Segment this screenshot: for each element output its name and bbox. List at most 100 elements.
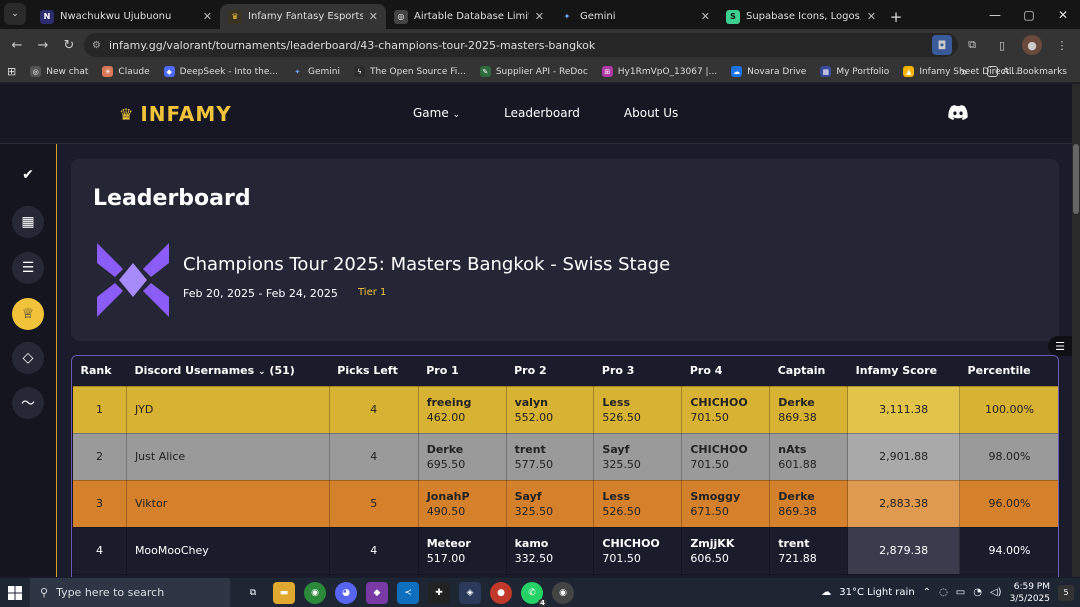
chevron-down-icon[interactable]: ⌄ [258, 367, 266, 377]
scrollbar-thumb[interactable] [1073, 144, 1079, 214]
bookmark-gemini[interactable]: ✦ Gemini [285, 66, 347, 77]
profile-avatar[interactable]: ● [1022, 35, 1042, 55]
close-icon[interactable]: ✕ [535, 10, 544, 23]
col-percentile[interactable]: Percentile [959, 356, 1058, 386]
nav-about[interactable]: About Us [624, 106, 678, 120]
valorant-icon[interactable]: ✔ [12, 159, 44, 191]
table-row[interactable]: 1 JYD 4 freeing 462.00 valyn 552.00 Less 52… [72, 385, 1058, 434]
tab-title: Nwachukwu Ujubuonu [60, 11, 172, 22]
nav-leaderboard[interactable]: Leaderboard [504, 106, 580, 120]
captain-cell: nAts 601.88 [769, 432, 849, 481]
player-name: trent [778, 536, 810, 550]
username-cell[interactable]: Just Alice [125, 432, 330, 481]
new-tab-button[interactable]: + [884, 4, 908, 29]
col-captain[interactable]: Captain [769, 356, 848, 386]
close-icon[interactable]: ✕ [369, 10, 378, 23]
more-bookmarks-button[interactable]: » [960, 65, 967, 79]
col-discord-usernames[interactable]: Discord Usernames ⌄ (51) [126, 356, 330, 386]
nav-game[interactable]: Game ⌄ [413, 106, 460, 120]
col-pro2[interactable]: Pro 2 [506, 356, 594, 386]
more-menu-icon[interactable]: ⋮ [1052, 35, 1072, 55]
username-cell[interactable]: Viktor [125, 479, 330, 528]
bookmark-novara-drive[interactable]: ☁ Novara Drive [724, 66, 813, 77]
browser-tab-active[interactable]: ♛ Infamy Fantasy Esports - Premi ✕ [220, 4, 386, 29]
list-icon[interactable]: ☰ [12, 252, 44, 284]
chrome-icon[interactable]: ◉ [304, 581, 326, 604]
obsidian-icon[interactable]: ◆ [366, 581, 388, 604]
wifi-icon[interactable]: ◔ [973, 587, 982, 598]
notification-icon[interactable]: 5 [1058, 584, 1074, 601]
page-scrollbar[interactable] [1072, 84, 1080, 577]
puzzle-icon[interactable]: ⧉ [962, 35, 982, 55]
windows-start-icon[interactable] [0, 578, 30, 607]
table-row[interactable]: 2 Just Alice 4 Derke 695.50 trent 577.50 S… [72, 432, 1058, 481]
apps-grid-icon[interactable]: ⊞ [0, 65, 23, 78]
task-view-icon[interactable]: ⧉ [242, 582, 264, 604]
weather-icon[interactable]: ☁ [821, 587, 831, 598]
back-icon[interactable]: ← [4, 38, 30, 53]
chevron-up-icon[interactable]: ⌃ [923, 587, 931, 598]
sidebar-panel-icon[interactable]: ▯ [992, 35, 1012, 55]
col-picks-left[interactable]: Picks Left [329, 356, 419, 386]
bookmark-claude[interactable]: ✳ Claude [95, 66, 156, 77]
bookmark-open-source[interactable]: ϟ The Open Source Fi... [347, 66, 473, 77]
davinci-icon[interactable]: ◈ [459, 581, 481, 604]
all-bookmarks-button[interactable]: All Bookmarks [980, 66, 1074, 77]
bookmark-deepseek[interactable]: ◆ DeepSeek - Into the... [157, 66, 285, 77]
score-cell: 2,883.38 [847, 479, 961, 528]
col-pro3[interactable]: Pro 3 [593, 356, 682, 386]
minimize-icon[interactable]: — [978, 0, 1012, 29]
browser-tab-2[interactable]: ◎ Airtable Database Limitations ✕ [386, 4, 552, 29]
chrome-active-icon[interactable]: ◉ [552, 581, 574, 604]
filter-toggle-icon[interactable]: ☰ [1048, 336, 1072, 356]
close-icon[interactable]: ✕ [203, 10, 212, 23]
col-pro4[interactable]: Pro 4 [681, 356, 770, 386]
close-icon[interactable]: ✕ [867, 10, 876, 23]
camera-icon[interactable]: ▭ [956, 587, 965, 598]
bookmark-hy1rm[interactable]: ⊞ Hy1RmVpO_13067 |... [595, 66, 724, 77]
trophy-icon[interactable]: ♕ [12, 298, 44, 330]
file-explorer-icon[interactable]: ▬ [273, 581, 295, 604]
col-rank[interactable]: Rank [72, 356, 127, 386]
reload-icon[interactable]: ↻ [56, 38, 82, 53]
app-icon[interactable]: ● [490, 581, 512, 604]
bookmark-new-chat[interactable]: ◎ New chat [23, 66, 95, 77]
clock[interactable]: 6:59 PM 3/5/2025 [1010, 581, 1050, 605]
username-cell[interactable]: MooMooChey [125, 526, 330, 575]
username-cell[interactable]: JYD [125, 385, 330, 434]
wave-icon[interactable]: 〜 [12, 387, 44, 419]
figma-icon[interactable]: ✚ [428, 581, 450, 604]
site-logo[interactable]: ♛ INFAMY [119, 102, 232, 126]
col-pro1[interactable]: Pro 1 [418, 356, 507, 386]
address-bar[interactable]: ⚙ infamy.gg/valorant/tournaments/leaderb… [84, 33, 958, 57]
gem-icon[interactable]: ◇ [12, 342, 44, 374]
whatsapp-icon[interactable]: ✆ 4 [521, 581, 547, 607]
close-window-icon[interactable]: ✕ [1046, 0, 1080, 29]
table-row[interactable]: 4 MooMooChey 4 Meteor 517.00 kamo 332.50 C… [72, 526, 1058, 575]
maximize-icon[interactable]: ▢ [1012, 0, 1046, 29]
browser-tab-4[interactable]: S Supabase Icons, Logos, Symbo ✕ [718, 4, 884, 29]
browser-tab-0[interactable]: N Nwachukwu Ujubuonu ✕ [32, 4, 220, 29]
taskbar-search[interactable]: ⚲ Type here to search [30, 578, 230, 607]
col-infamy-score[interactable]: Infamy Score [847, 356, 960, 386]
site-info-icon[interactable]: ⚙ [92, 40, 101, 51]
bookmark-portfolio[interactable]: ▦ My Portfolio [813, 66, 896, 77]
discord-app-icon[interactable]: ◕ [335, 581, 357, 604]
vscode-icon[interactable]: ≺ [397, 581, 419, 604]
table-row[interactable]: 3 Viktor 5 JonahP 490.50 Sayf 325.50 Less 5… [72, 479, 1058, 528]
weather-text[interactable]: 31°C Light rain [839, 587, 914, 598]
extension-icon[interactable]: ◘ [932, 35, 952, 55]
bookmark-supplier-api[interactable]: ✎ Supplier API - ReDoc [473, 66, 595, 77]
tab-title: Airtable Database Limitations [414, 11, 529, 22]
discord-icon[interactable] [948, 105, 968, 120]
forward-icon[interactable]: → [30, 38, 56, 53]
leaderboard-table: Rank Discord Usernames ⌄ (51) Picks Left… [71, 355, 1059, 577]
network-icon[interactable]: ◌ [939, 587, 948, 598]
close-icon[interactable]: ✕ [701, 10, 710, 23]
calculator-icon[interactable]: ▦ [12, 206, 44, 238]
figma-grid-icon: ⊞ [601, 66, 613, 77]
browser-tab-3[interactable]: ✦ Gemini ✕ [552, 4, 718, 29]
bookmark-label: My Portfolio [836, 66, 890, 77]
volume-icon[interactable]: ◁) [990, 587, 1002, 598]
tab-search-button[interactable]: ⌄ [4, 3, 26, 25]
